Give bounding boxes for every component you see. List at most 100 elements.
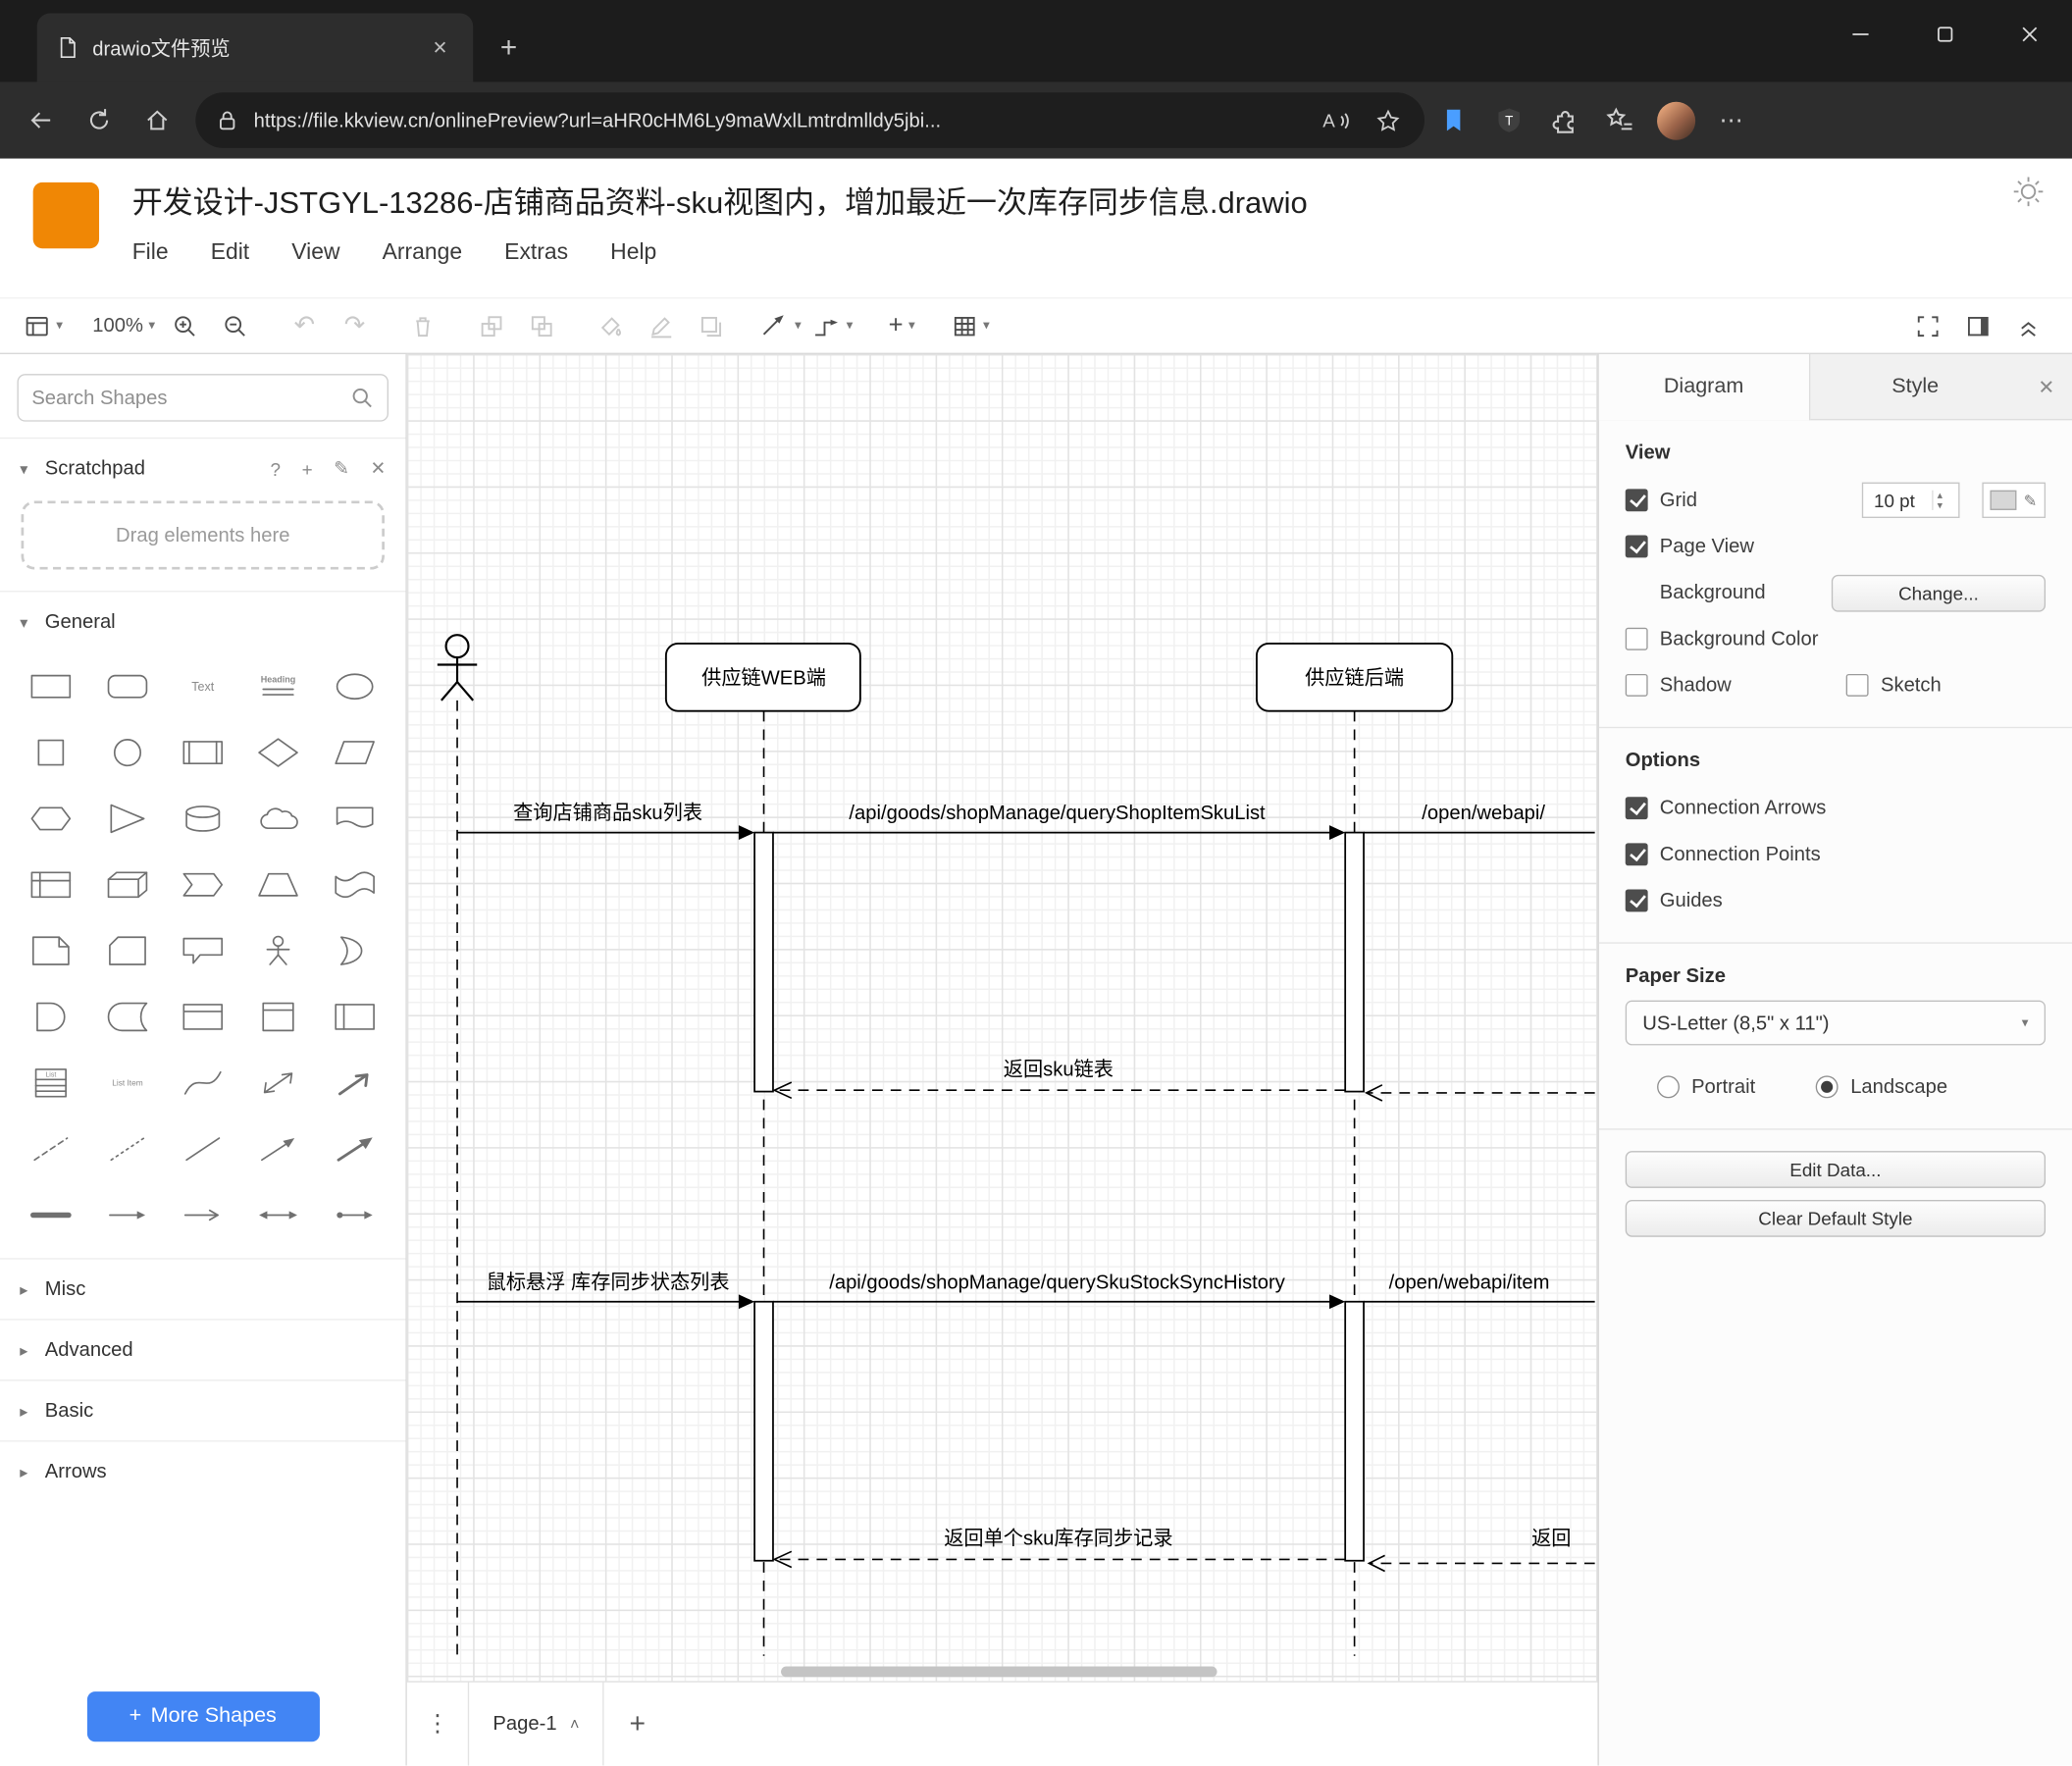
drawing-canvas[interactable]: 供应链WEB端 供应链后端 查询店铺商品sku列表 /api/goods/sho… <box>406 353 1598 1682</box>
window-close-button[interactable] <box>1988 0 2072 69</box>
message-labels[interactable]: 查询店铺商品sku列表 /api/goods/shopManage/queryS… <box>487 802 1572 1549</box>
shape-step[interactable] <box>165 857 240 911</box>
return-messages[interactable] <box>772 1081 1595 1573</box>
shape-internal-storage[interactable] <box>13 857 88 911</box>
tab-close-icon[interactable]: ✕ <box>426 33 455 63</box>
address-bar[interactable]: https://file.kkview.cn/onlinePreview?url… <box>195 92 1425 148</box>
shape-callout[interactable] <box>165 924 240 978</box>
shape-parallelogram[interactable] <box>317 725 392 779</box>
shape-cube[interactable] <box>89 857 165 911</box>
split-screen-icon[interactable] <box>1427 94 1480 147</box>
format-panel-toggle-button[interactable] <box>1953 304 2003 346</box>
pages-menu-icon[interactable]: ⋮ <box>407 1683 468 1766</box>
collapse-button[interactable] <box>2003 304 2053 346</box>
scratchpad-edit-icon[interactable]: ✎ <box>334 457 349 480</box>
zoom-in-button[interactable] <box>161 304 211 346</box>
scratchpad-add-icon[interactable]: + <box>302 458 313 480</box>
tab-style[interactable]: Style <box>1810 354 2021 419</box>
shape-block-arrow[interactable] <box>317 1056 392 1110</box>
search-input[interactable] <box>31 386 350 409</box>
shape-arrow[interactable] <box>89 1188 165 1242</box>
shape-hexagon[interactable] <box>13 792 88 846</box>
shape-square[interactable] <box>13 725 88 779</box>
shape-rounded-rectangle[interactable] <box>89 659 165 713</box>
table-button[interactable]: ▾ <box>946 304 996 346</box>
favorite-star-icon[interactable] <box>1369 94 1406 147</box>
shape-diamond[interactable] <box>240 725 316 779</box>
participant-backend[interactable]: 供应链后端 <box>1255 643 1454 712</box>
tab-diagram[interactable]: Diagram <box>1598 353 1810 421</box>
shape-dotted-line[interactable] <box>89 1122 165 1176</box>
fill-color-button[interactable] <box>586 304 636 346</box>
shape-and[interactable] <box>13 990 88 1044</box>
shape-or[interactable] <box>317 924 392 978</box>
grid-color-button[interactable]: ✎ <box>1982 482 2046 519</box>
shape-trapezoid[interactable] <box>240 857 316 911</box>
connection-style-button[interactable]: ▾ <box>755 304 807 346</box>
guides-checkbox[interactable] <box>1625 889 1648 912</box>
line-color-button[interactable] <box>636 304 686 346</box>
scratchpad-drop-area[interactable]: Drag elements here <box>21 500 385 570</box>
more-shapes-button[interactable]: + More Shapes <box>86 1691 320 1742</box>
shape-dashed-line[interactable] <box>13 1122 88 1176</box>
section-basic[interactable]: ▸ Basic <box>0 1379 406 1440</box>
grid-size-stepper[interactable]: ▴ ▾ <box>1932 490 1942 510</box>
shape-curve[interactable] <box>165 1056 240 1110</box>
insert-button[interactable]: + ▾ <box>877 304 927 346</box>
menu-edit[interactable]: Edit <box>211 239 249 266</box>
scratchpad-header[interactable]: ▾ Scratchpad ? + ✎ ✕ <box>0 437 406 498</box>
section-advanced[interactable]: ▸ Advanced <box>0 1319 406 1379</box>
grid-size-input[interactable] <box>1873 490 1933 511</box>
shape-link[interactable] <box>13 1188 88 1242</box>
search-icon[interactable] <box>350 386 374 409</box>
shape-cylinder[interactable] <box>165 792 240 846</box>
to-front-button[interactable] <box>467 304 517 346</box>
general-section-header[interactable]: ▾ General <box>0 591 406 651</box>
format-panel-close-icon[interactable]: ✕ <box>2021 354 2072 419</box>
shape-simple-arrow[interactable] <box>165 1188 240 1242</box>
shape-process[interactable] <box>165 725 240 779</box>
connection-points-checkbox[interactable] <box>1625 843 1648 866</box>
page-tab[interactable]: Page-1 ˄ <box>467 1682 605 1766</box>
new-tab-button[interactable]: + <box>487 26 532 71</box>
shape-text[interactable]: Text <box>165 659 240 713</box>
add-page-button[interactable]: + <box>604 1683 670 1766</box>
menu-file[interactable]: File <box>132 239 169 266</box>
shield-extension-icon[interactable]: T <box>1482 94 1535 147</box>
paper-size-select[interactable]: US-Letter (8,5" x 11") ▾ <box>1625 1000 2046 1046</box>
shape-note[interactable] <box>13 924 88 978</box>
shape-container[interactable] <box>165 990 240 1044</box>
edit-data-button[interactable]: Edit Data... <box>1625 1151 2046 1188</box>
back-button[interactable] <box>13 94 69 147</box>
delete-button[interactable] <box>398 304 448 346</box>
window-minimize-button[interactable] <box>1818 0 1902 69</box>
undo-button[interactable]: ↶ <box>280 304 330 346</box>
profile-avatar[interactable] <box>1649 94 1702 147</box>
shadow-button[interactable] <box>687 304 737 346</box>
section-misc[interactable]: ▸ Misc <box>0 1258 406 1319</box>
theme-toggle-sun-icon[interactable] <box>2011 175 2046 216</box>
home-button[interactable] <box>130 94 185 147</box>
shape-document[interactable] <box>317 792 392 846</box>
refresh-button[interactable] <box>72 94 128 147</box>
waypoint-style-button[interactable]: ▾ <box>806 304 858 346</box>
page-view-checkbox[interactable] <box>1625 535 1648 558</box>
grid-checkbox[interactable] <box>1625 489 1648 512</box>
redo-button[interactable]: ↷ <box>330 304 380 346</box>
shape-list-item[interactable]: List Item <box>89 1056 165 1110</box>
shape-cloud[interactable] <box>240 792 316 846</box>
scratchpad-help-icon[interactable]: ? <box>271 458 282 480</box>
shape-connector-arrow[interactable] <box>317 1188 392 1242</box>
shape-bidirectional-arrow[interactable] <box>240 1056 316 1110</box>
shape-arrow-ne-2[interactable] <box>317 1122 392 1176</box>
shape-rectangle[interactable] <box>13 659 88 713</box>
canvas-horizontal-scrollbar[interactable] <box>781 1666 1217 1678</box>
browser-menu-icon[interactable]: ⋯ <box>1705 94 1758 147</box>
read-aloud-icon[interactable]: A <box>1317 94 1356 147</box>
shape-heading[interactable]: Heading <box>240 659 316 713</box>
shape-horizontal-container[interactable] <box>317 990 392 1044</box>
scratchpad-close-icon[interactable]: ✕ <box>371 457 387 480</box>
page-view-button[interactable]: ▾ <box>19 304 69 346</box>
shape-actor[interactable] <box>240 924 316 978</box>
fullscreen-button[interactable] <box>1903 304 1953 346</box>
